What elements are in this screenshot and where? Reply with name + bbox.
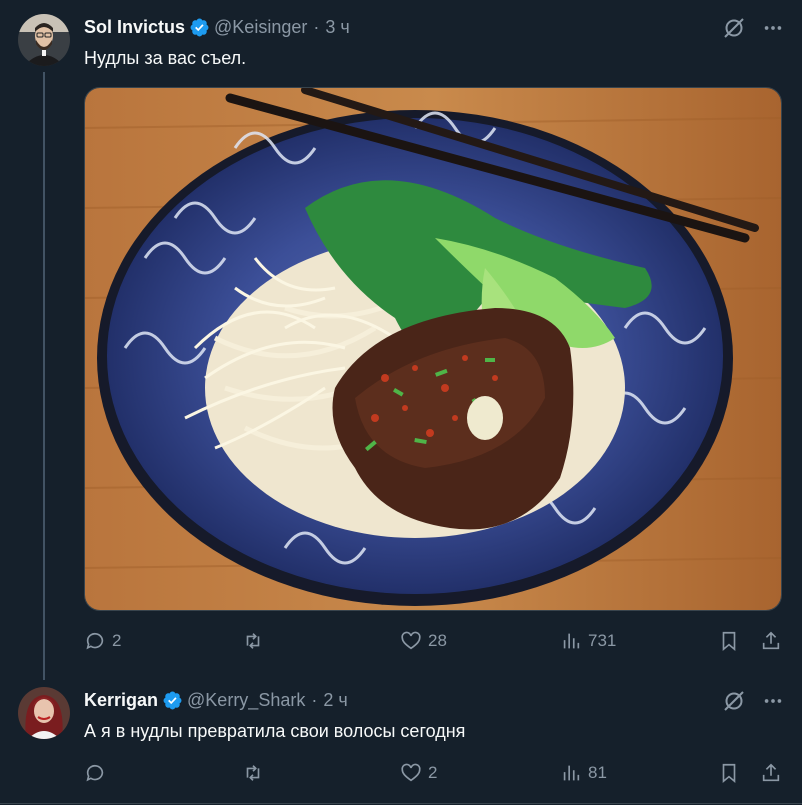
noodle-bowl-photo-icon	[85, 88, 781, 610]
tweet-timestamp[interactable]: 3 ч	[325, 15, 349, 39]
verified-badge-icon	[189, 17, 210, 38]
separator-dot: ·	[313, 17, 320, 37]
tweet-top-icons	[722, 16, 784, 40]
reply-author-name[interactable]: Kerrigan	[84, 688, 158, 712]
share-button[interactable]	[760, 627, 782, 655]
like-button[interactable]: 2	[400, 759, 437, 787]
tweet-text: Нудлы за вас съел.	[84, 48, 247, 68]
share-icon	[762, 631, 780, 650]
verified-badge-icon	[162, 690, 183, 711]
tweet-header: Sol Invictus @Keisinger · 3 ч	[84, 15, 350, 39]
reply-header: Kerrigan @Kerry_Shark · 2 ч	[84, 688, 348, 712]
reply-button[interactable]: 2	[84, 627, 121, 655]
separator-dot: ·	[311, 690, 318, 710]
reply-top-icons	[722, 689, 784, 713]
reply-icon	[86, 764, 104, 782]
bookmark-button[interactable]	[718, 759, 740, 787]
heart-icon	[401, 631, 421, 650]
divider	[0, 803, 802, 804]
retweet-button[interactable]	[242, 627, 264, 655]
views-button[interactable]: 731	[560, 627, 616, 655]
views-button[interactable]: 81	[560, 759, 607, 787]
avatar-sol-invictus[interactable]	[18, 14, 70, 66]
views-count: 731	[588, 631, 617, 650]
bookmark-icon	[722, 631, 736, 652]
reply-count: 2	[112, 631, 122, 650]
author-name[interactable]: Sol Invictus	[84, 15, 185, 39]
retweet-icon	[246, 633, 260, 649]
retweet-icon	[246, 765, 260, 781]
heart-icon	[401, 763, 421, 782]
views-count: 81	[588, 763, 607, 782]
reply-text: А я в нудлы превратила свои волосы сегод…	[84, 721, 466, 741]
reply-actions: 2 81	[84, 759, 782, 787]
reply-button[interactable]	[84, 759, 112, 787]
like-count: 2	[428, 763, 438, 782]
reply-icon	[86, 632, 104, 650]
more-options-icon[interactable]	[762, 17, 784, 39]
more-options-icon[interactable]	[762, 690, 784, 712]
share-button[interactable]	[760, 759, 782, 787]
grok-icon[interactable]	[722, 16, 746, 40]
like-button[interactable]: 28	[400, 627, 447, 655]
reply-timestamp[interactable]: 2 ч	[323, 688, 347, 712]
bookmark-icon	[722, 763, 736, 784]
share-icon	[762, 763, 780, 782]
grok-icon[interactable]	[722, 689, 746, 713]
bookmark-button[interactable]	[718, 627, 740, 655]
tweet-actions: 2 28 731	[84, 627, 782, 655]
author-handle[interactable]: @Keisinger	[214, 15, 307, 39]
tweet-photo[interactable]	[84, 87, 782, 611]
avatar-kerrigan[interactable]	[18, 687, 70, 739]
analytics-icon	[563, 633, 580, 649]
analytics-icon	[563, 765, 580, 781]
retweet-button[interactable]	[242, 759, 264, 787]
reply-author-handle[interactable]: @Kerry_Shark	[187, 688, 305, 712]
thread-connector-line	[43, 72, 45, 680]
like-count: 28	[428, 631, 447, 650]
